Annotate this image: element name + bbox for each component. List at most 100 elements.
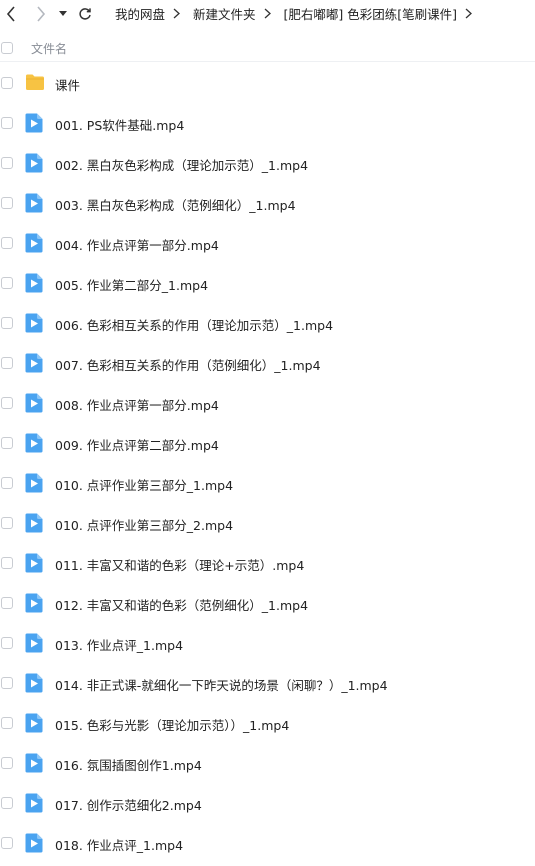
chevron-right-icon <box>37 6 46 22</box>
row-checkbox[interactable] <box>1 77 13 89</box>
file-name[interactable]: 015. 色彩与光影（理论加示范））_1.mp4 <box>55 715 289 734</box>
file-name[interactable]: 课件 <box>55 75 80 94</box>
refresh-button[interactable] <box>76 3 94 25</box>
row-checkbox[interactable] <box>1 557 13 569</box>
video-file-icon <box>25 433 45 453</box>
row-checkbox[interactable] <box>1 837 13 849</box>
row-checkbox[interactable] <box>1 757 13 769</box>
row-checkbox[interactable] <box>1 717 13 729</box>
file-row[interactable]: 018. 作业点评_1.mp4 <box>0 823 535 863</box>
select-all-checkbox[interactable] <box>1 42 13 54</box>
row-checkbox[interactable] <box>1 597 13 609</box>
file-row[interactable]: 011. 丰富又和谐的色彩（理论+示范）.mp4 <box>0 543 535 583</box>
toolbar: 我的网盘 新建文件夹 [肥右嘟嘟] 色彩团练[笔刷课件] <box>0 0 535 28</box>
breadcrumb: 我的网盘 新建文件夹 [肥右嘟嘟] 色彩团练[笔刷课件] <box>115 4 485 23</box>
video-file-icon <box>25 833 45 853</box>
video-file-icon <box>25 233 45 253</box>
file-row[interactable]: 001. PS软件基础.mp4 <box>0 103 535 143</box>
file-row[interactable]: 004. 作业点评第一部分.mp4 <box>0 223 535 263</box>
video-file-icon <box>25 553 45 573</box>
file-row[interactable]: 010. 点评作业第三部分_2.mp4 <box>0 503 535 543</box>
row-checkbox[interactable] <box>1 397 13 409</box>
caret-down-icon <box>59 11 67 16</box>
history-dropdown-button[interactable] <box>57 3 69 25</box>
row-checkbox[interactable] <box>1 357 13 369</box>
video-file-icon <box>25 353 45 373</box>
folder-row[interactable]: 课件 <box>0 63 535 103</box>
row-checkbox[interactable] <box>1 237 13 249</box>
video-file-icon <box>25 793 45 813</box>
video-file-icon <box>25 713 45 733</box>
breadcrumb-item-root[interactable]: 我的网盘 <box>115 4 165 23</box>
chevron-right-icon <box>465 8 477 19</box>
row-checkbox[interactable] <box>1 197 13 209</box>
file-name[interactable]: 016. 氛围插图创作1.mp4 <box>55 755 202 774</box>
file-name[interactable]: 010. 点评作业第三部分_2.mp4 <box>55 515 233 534</box>
list-header: 文件名 <box>0 35 535 62</box>
chevron-left-icon <box>6 6 15 22</box>
row-checkbox[interactable] <box>1 517 13 529</box>
file-row[interactable]: 015. 色彩与光影（理论加示范））_1.mp4 <box>0 703 535 743</box>
chevron-right-icon <box>264 8 276 19</box>
file-row[interactable]: 010. 点评作业第三部分_1.mp4 <box>0 463 535 503</box>
file-name[interactable]: 006. 色彩相互关系的作用（理论加示范）_1.mp4 <box>55 315 333 334</box>
row-checkbox[interactable] <box>1 477 13 489</box>
video-file-icon <box>25 633 45 653</box>
file-name[interactable]: 002. 黑白灰色彩构成（理论加示范）_1.mp4 <box>55 155 308 174</box>
file-row[interactable]: 007. 色彩相互关系的作用（范例细化）_1.mp4 <box>0 343 535 383</box>
file-row[interactable]: 009. 作业点评第二部分.mp4 <box>0 423 535 463</box>
file-row[interactable]: 008. 作业点评第一部分.mp4 <box>0 383 535 423</box>
file-row[interactable]: 005. 作业第二部分_1.mp4 <box>0 263 535 303</box>
row-checkbox[interactable] <box>1 437 13 449</box>
file-name[interactable]: 018. 作业点评_1.mp4 <box>55 835 183 854</box>
file-name[interactable]: 014. 非正式课-就细化一下昨天说的场景（闲聊？）_1.mp4 <box>55 675 388 694</box>
video-file-icon <box>25 513 45 533</box>
video-file-icon <box>25 313 45 333</box>
file-name[interactable]: 010. 点评作业第三部分_1.mp4 <box>55 475 233 494</box>
chevron-right-icon <box>173 8 185 19</box>
file-name[interactable]: 017. 创作示范细化2.mp4 <box>55 795 202 814</box>
file-name[interactable]: 001. PS软件基础.mp4 <box>55 115 184 134</box>
file-name[interactable]: 011. 丰富又和谐的色彩（理论+示范）.mp4 <box>55 555 304 574</box>
video-file-icon <box>25 393 45 413</box>
file-row[interactable]: 003. 黑白灰色彩构成（范例细化）_1.mp4 <box>0 183 535 223</box>
file-name[interactable]: 003. 黑白灰色彩构成（范例细化）_1.mp4 <box>55 195 296 214</box>
file-name[interactable]: 012. 丰富又和谐的色彩（范例细化）_1.mp4 <box>55 595 308 614</box>
video-file-icon <box>25 473 45 493</box>
file-name[interactable]: 013. 作业点评_1.mp4 <box>55 635 183 654</box>
video-file-icon <box>25 193 45 213</box>
file-name[interactable]: 005. 作业第二部分_1.mp4 <box>55 275 208 294</box>
back-button[interactable] <box>2 3 20 25</box>
file-row[interactable]: 012. 丰富又和谐的色彩（范例细化）_1.mp4 <box>0 583 535 623</box>
column-header-filename[interactable]: 文件名 <box>31 40 67 57</box>
breadcrumb-item-current[interactable]: [肥右嘟嘟] 色彩团练[笔刷课件] <box>284 4 457 23</box>
row-checkbox[interactable] <box>1 117 13 129</box>
video-file-icon <box>25 113 45 133</box>
video-file-icon <box>25 753 45 773</box>
file-row[interactable]: 016. 氛围插图创作1.mp4 <box>0 743 535 783</box>
refresh-icon <box>79 8 91 20</box>
file-list: 课件 001. PS软件基础.mp4 002. 黑白灰色彩构成（理论加示范）_1.m… <box>0 63 535 863</box>
file-row[interactable]: 017. 创作示范细化2.mp4 <box>0 783 535 823</box>
file-name[interactable]: 004. 作业点评第一部分.mp4 <box>55 235 219 254</box>
file-name[interactable]: 007. 色彩相互关系的作用（范例细化）_1.mp4 <box>55 355 321 374</box>
file-name[interactable]: 009. 作业点评第二部分.mp4 <box>55 435 219 454</box>
row-checkbox[interactable] <box>1 637 13 649</box>
row-checkbox[interactable] <box>1 157 13 169</box>
file-row[interactable]: 006. 色彩相互关系的作用（理论加示范）_1.mp4 <box>0 303 535 343</box>
row-checkbox[interactable] <box>1 677 13 689</box>
file-row[interactable]: 013. 作业点评_1.mp4 <box>0 623 535 663</box>
folder-icon <box>25 73 45 93</box>
forward-button[interactable] <box>32 3 50 25</box>
row-checkbox[interactable] <box>1 317 13 329</box>
file-name[interactable]: 008. 作业点评第一部分.mp4 <box>55 395 219 414</box>
breadcrumb-item-folder[interactable]: 新建文件夹 <box>193 4 256 23</box>
video-file-icon <box>25 673 45 693</box>
file-row[interactable]: 014. 非正式课-就细化一下昨天说的场景（闲聊？）_1.mp4 <box>0 663 535 703</box>
video-file-icon <box>25 153 45 173</box>
video-file-icon <box>25 273 45 293</box>
row-checkbox[interactable] <box>1 797 13 809</box>
video-file-icon <box>25 593 45 613</box>
file-row[interactable]: 002. 黑白灰色彩构成（理论加示范）_1.mp4 <box>0 143 535 183</box>
row-checkbox[interactable] <box>1 277 13 289</box>
